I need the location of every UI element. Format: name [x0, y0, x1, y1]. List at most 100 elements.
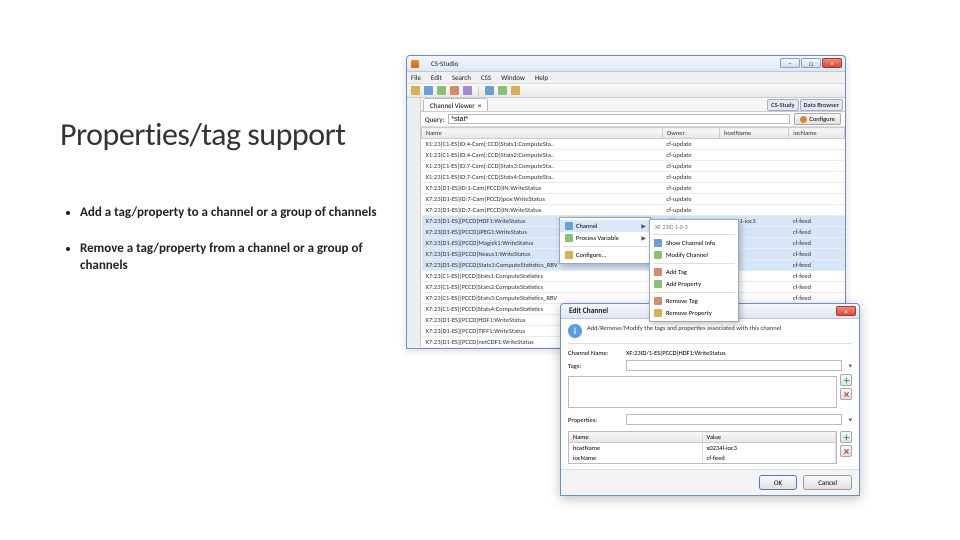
- table-cell: X7:23{D1-ES}ID:1-Cam{PCCD}IN:WriteStatus: [422, 183, 663, 194]
- table-cell: [789, 194, 845, 205]
- perspective-tab[interactable]: Data Browser: [800, 99, 843, 111]
- tags-label: Tags:: [568, 362, 622, 370]
- prop-row[interactable]: hostNamex0234l-ioc3: [569, 443, 836, 453]
- menu-label: Process Variable: [576, 234, 619, 242]
- context-menu: Channel ▶ Process Variable▶ Configure...: [559, 217, 651, 264]
- submenu-item[interactable]: Add Property: [650, 278, 738, 290]
- tab-label: Channel Viewer: [430, 101, 475, 110]
- table-cell: X7:23{C1-ES}{PCCD}Stats2:ComputeStatisti…: [422, 282, 663, 293]
- toolbar-icon[interactable]: [511, 86, 520, 95]
- table-cell: X1:23{C1-ES}ID:7-Cam{:CCD}Stats3:Compute…: [422, 161, 663, 172]
- prop-cell: hostName: [569, 443, 703, 453]
- table-cell: cf-update: [662, 205, 719, 216]
- add-tag-icon[interactable]: [840, 374, 852, 386]
- gear-icon: [800, 116, 807, 123]
- configure-button[interactable]: Configure: [794, 113, 841, 125]
- submenu-item[interactable]: Modify Channel: [650, 249, 738, 261]
- channel-name-value: XF:23ID/1-ES{PCCD}HDF1:WriteStatus: [626, 349, 726, 357]
- context-menu-item[interactable]: Channel ▶: [560, 220, 650, 232]
- edit-channel-dialog: Edit Channel × i Add/Remove/Modify the t…: [560, 303, 860, 496]
- prop-row[interactable]: iocNamecf-feed: [569, 453, 836, 463]
- slide-bullet: Remove a tag/property from a channel or …: [80, 240, 400, 275]
- toolbar-icon[interactable]: [424, 86, 433, 95]
- dialog-close-button[interactable]: ×: [836, 306, 856, 316]
- table-row[interactable]: X1:23{C1-ES}ID:4-Cam{:CCD}Stats1:Compute…: [422, 139, 845, 150]
- maximize-button[interactable]: □: [801, 58, 821, 68]
- table-cell: X7:23{D1-ES}ID:7-Cam{PCCD}IN:WriteStatus: [422, 205, 663, 216]
- column-header[interactable]: iocName: [789, 128, 845, 139]
- properties-table[interactable]: NameValue hostNamex0234l-ioc3iocNamecf-f…: [568, 431, 837, 464]
- submenu-item[interactable]: Remove Tag: [650, 295, 738, 307]
- tags-listbox[interactable]: [568, 376, 837, 408]
- table-row[interactable]: X7:23{D1-ES}ID:7-Cam{PCCD}pos:WriteStatu…: [422, 194, 845, 205]
- app-icon: [411, 60, 419, 68]
- menu-item[interactable]: File: [411, 73, 421, 82]
- context-menu-item[interactable]: Process Variable▶: [560, 232, 650, 244]
- table-cell: cf-feed: [789, 216, 845, 227]
- app-title: CS-Studio: [431, 59, 458, 68]
- minimize-button[interactable]: –: [780, 58, 800, 68]
- menu-icon: [654, 297, 662, 305]
- dialog-title: Edit Channel: [569, 307, 608, 316]
- context-menu-item[interactable]: Configure...: [560, 249, 650, 261]
- table-cell: X7:23{C1-ES}{PCCD}Stats1:ComputeStatisti…: [422, 271, 663, 282]
- chevron-right-icon: ▶: [641, 222, 646, 230]
- table-cell: cf-feed: [789, 293, 845, 304]
- table-row[interactable]: X1:23{C1-ES}ID:7-Cam{:CCD}Stats4:Compute…: [422, 172, 845, 183]
- table-row[interactable]: X7:23{C1-ES}{PCCD}Stats2:ComputeStatisti…: [422, 282, 845, 293]
- properties-input[interactable]: [626, 414, 842, 425]
- perspective-tab[interactable]: CS-Study: [767, 99, 798, 111]
- table-row[interactable]: X1:23{C1-ES}ID:7-Cam{:CCD}Stats3:Compute…: [422, 161, 845, 172]
- menu-label: Channel: [576, 222, 598, 230]
- toolbar-icon[interactable]: [485, 86, 494, 95]
- table-cell: cf-update: [662, 161, 719, 172]
- menu-item[interactable]: CSS: [481, 73, 491, 82]
- prop-cell: x0234l-ioc3: [703, 443, 837, 453]
- table-row[interactable]: X7:23{D1-ES}ID:1-Cam{PCCD}IN:WriteStatus…: [422, 183, 845, 194]
- slide-title: Properties/tag support: [60, 115, 400, 154]
- menu-icon: [654, 309, 662, 317]
- table-row[interactable]: X7:23{C1-ES}{PCCD}Stats1:ComputeStatisti…: [422, 271, 845, 282]
- dialog-info-text: Add/Remove/Modify the tags and propertie…: [587, 324, 781, 332]
- dropdown-icon[interactable]: ▾: [848, 415, 852, 424]
- submenu-item[interactable]: Add Tag: [650, 266, 738, 278]
- table-row[interactable]: X7:23{C1-ES}{PCCD}Stats3:ComputeStatisti…: [422, 293, 845, 304]
- close-button[interactable]: ×: [822, 58, 842, 68]
- ok-button[interactable]: OK: [759, 475, 797, 490]
- toolbar-icon[interactable]: [450, 86, 459, 95]
- menu-item[interactable]: Search: [452, 73, 471, 82]
- menu-item[interactable]: Window: [501, 73, 525, 82]
- table-cell: cf-feed: [789, 238, 845, 249]
- menu-item[interactable]: Edit: [431, 73, 442, 82]
- toolbar-icon[interactable]: [437, 86, 446, 95]
- toolbar-icon[interactable]: [411, 86, 420, 95]
- info-icon: i: [568, 324, 582, 338]
- remove-property-icon[interactable]: [840, 445, 852, 457]
- column-header[interactable]: Owner: [662, 128, 719, 139]
- query-input[interactable]: [448, 114, 790, 124]
- column-header[interactable]: hostName: [719, 128, 788, 139]
- remove-tag-icon[interactable]: [840, 388, 852, 400]
- column-header[interactable]: Name: [422, 128, 663, 139]
- submenu-item[interactable]: Show Channel Info: [650, 237, 738, 249]
- add-property-icon[interactable]: [840, 431, 852, 443]
- menu-item[interactable]: Help: [535, 73, 548, 82]
- dropdown-icon[interactable]: ▾: [848, 361, 852, 370]
- tab-channel-viewer[interactable]: Channel Viewer ×: [423, 98, 488, 111]
- table-cell: X1:23{C1-ES}ID:7-Cam{:CCD}Stats4:Compute…: [422, 172, 663, 183]
- table-cell: [789, 139, 845, 150]
- cancel-button[interactable]: Cancel: [803, 475, 852, 490]
- menu-icon: [654, 251, 662, 259]
- table-cell: [789, 183, 845, 194]
- table-cell: X1:23{C1-ES}ID:4-Cam{:CCD}Stats2:Compute…: [422, 150, 663, 161]
- table-cell: [719, 161, 788, 172]
- tags-input[interactable]: [626, 360, 842, 371]
- table-row[interactable]: X1:23{C1-ES}ID:4-Cam{:CCD}Stats2:Compute…: [422, 150, 845, 161]
- table-row[interactable]: X7:23{D1-ES}ID:7-Cam{PCCD}IN:WriteStatus…: [422, 205, 845, 216]
- titlebar[interactable]: CS-Studio – □ ×: [407, 56, 845, 72]
- toolbar-icon[interactable]: [498, 86, 507, 95]
- menu-label: Add Tag: [666, 268, 687, 276]
- toolbar-icon[interactable]: [463, 86, 472, 95]
- submenu-item[interactable]: Remove Property: [650, 307, 738, 319]
- menu-icon: [654, 239, 662, 247]
